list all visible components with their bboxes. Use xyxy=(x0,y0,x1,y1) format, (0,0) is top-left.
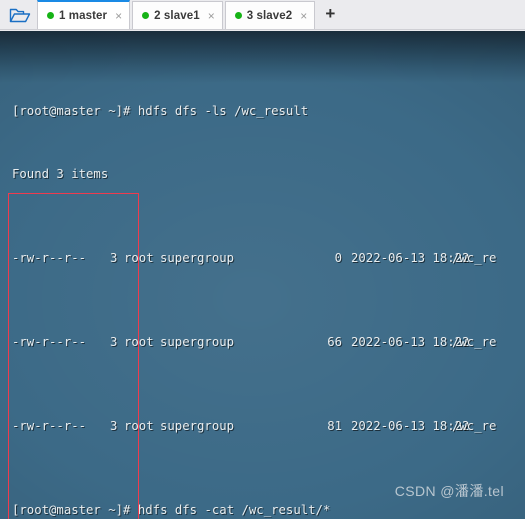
ls-size: 0 xyxy=(334,251,342,265)
tab-close-icon[interactable]: × xyxy=(115,10,122,22)
tab-status-dot-icon xyxy=(47,12,54,19)
ls-permissions: -rw-r--r-- xyxy=(12,419,87,433)
ls-permissions: -rw-r--r-- xyxy=(12,251,87,265)
tab-label: 1 master xyxy=(59,9,108,22)
ls-owner: root xyxy=(124,419,154,433)
ls-size: 81 xyxy=(327,419,342,433)
ls-replication: 3 xyxy=(110,335,118,349)
terminal-text: [root@master ~]# hdfs dfs -ls /wc_result… xyxy=(0,31,525,519)
ls-replication: 3 xyxy=(110,419,118,433)
ls-entry-row: -rw-r--r-- 3 root supergroup 81 2022-06-… xyxy=(12,416,525,437)
ls-group: supergroup xyxy=(160,419,235,433)
ls-replication: 3 xyxy=(110,251,118,265)
open-folder-icon xyxy=(9,6,31,24)
ls-path: /wc_re xyxy=(452,251,497,265)
command-line-ls: [root@master ~]# hdfs dfs -ls /wc_result xyxy=(12,104,309,118)
ls-size: 66 xyxy=(327,335,342,349)
watermark-text: CSDN @潘潘.tel xyxy=(394,483,504,499)
command-line-cat: [root@master ~]# hdfs dfs -cat /wc_resul… xyxy=(12,503,331,517)
tab-label: 3 slave2 xyxy=(246,9,293,22)
tab-2-slave1[interactable]: 2 slave1 × xyxy=(132,1,223,29)
ls-entry-row: -rw-r--r-- 3 root supergroup 66 2022-06-… xyxy=(12,332,525,353)
tab-status-dot-icon xyxy=(234,12,242,19)
terminal-window: 1 master × 2 slave1 × 3 slave2 × + [root… xyxy=(0,0,525,519)
ls-group: supergroup xyxy=(160,335,235,349)
tab-label: 2 slave1 xyxy=(154,9,200,22)
tab-3-slave2[interactable]: 3 slave2 × xyxy=(224,1,316,29)
open-folder-button[interactable] xyxy=(3,1,37,29)
ls-permissions: -rw-r--r-- xyxy=(12,335,87,349)
terminal-output-pane[interactable]: [root@master ~]# hdfs dfs -ls /wc_result… xyxy=(0,31,525,519)
ls-entry-row: -rw-r--r-- 3 root supergroup 0 2022-06-1… xyxy=(12,248,525,269)
tab-bar: 1 master × 2 slave1 × 3 slave2 × + xyxy=(0,0,525,30)
ls-path: /wc_re xyxy=(452,335,497,349)
tab-status-dot-icon xyxy=(142,12,150,19)
ls-path: /wc_re xyxy=(452,419,497,433)
ls-group: supergroup xyxy=(160,251,235,265)
tab-1-master[interactable]: 1 master × xyxy=(37,0,131,29)
ls-owner: root xyxy=(124,251,154,265)
tab-close-icon[interactable]: × xyxy=(208,10,215,22)
ls-owner: root xyxy=(124,335,154,349)
new-tab-button[interactable]: + xyxy=(321,1,341,29)
tab-close-icon[interactable]: × xyxy=(300,10,307,22)
found-items-line: Found 3 items xyxy=(12,167,109,181)
